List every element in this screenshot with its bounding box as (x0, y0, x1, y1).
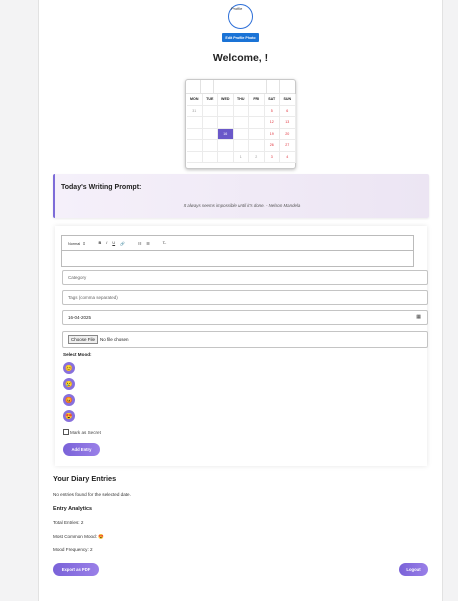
welcome-heading: Welcome, ! (212, 52, 269, 64)
file-status: No file chosen (100, 337, 129, 342)
weekday-header: WED (218, 94, 234, 106)
total-entries: Total Entries: 2 (53, 520, 84, 525)
secret-checkbox-row[interactable]: Mark as Secret (63, 429, 101, 435)
calendar-day[interactable] (202, 117, 218, 129)
weekday-header: TUE (202, 94, 218, 106)
calendar-grid: MON TUE WED THU FRI SAT SUN 31 5 6 12 13 16 19 20 26 27 1… (187, 94, 296, 163)
logout-button[interactable]: Logout (399, 563, 428, 576)
date-input[interactable]: 16-04-2025 ▦ (62, 310, 428, 325)
ordered-list-icon[interactable]: ☷ (138, 241, 141, 246)
format-select[interactable]: Normal ⇕ (68, 241, 86, 246)
main-page: Profile Edit Profile Photo Welcome, ! MO… (38, 0, 443, 601)
calendar-day[interactable] (218, 105, 234, 117)
italic-button[interactable]: I (106, 241, 107, 245)
editor-text-area[interactable] (61, 251, 414, 267)
calendar-day[interactable] (233, 128, 249, 140)
calendar-day[interactable] (218, 117, 234, 129)
calendar-day[interactable]: 31 (187, 105, 203, 117)
editor-toolbar: Normal ⇕ B I U 🔗 ☷ ☰ T̶ (61, 235, 414, 251)
entry-form: Normal ⇕ B I U 🔗 ☷ ☰ T̶ Category Tags (c… (55, 226, 428, 466)
calendar-day[interactable]: 5 (264, 105, 280, 117)
calendar-day[interactable] (187, 151, 203, 163)
category-placeholder: Category (68, 275, 87, 280)
calendar-navigation (186, 80, 295, 94)
calendar-day[interactable] (202, 151, 218, 163)
calendar-day[interactable]: 26 (264, 140, 280, 152)
calendar-day[interactable]: 16 (218, 128, 234, 140)
calendar-day[interactable]: 4 (280, 151, 296, 163)
weekday-header: FRI (249, 94, 265, 106)
file-input[interactable]: Choose File No file chosen (62, 331, 428, 348)
calendar-day[interactable]: 3 (264, 151, 280, 163)
calendar-day[interactable]: 2 (249, 151, 265, 163)
entries-title: Your Diary Entries (53, 474, 117, 483)
tags-placeholder: Tags (comma separated) (68, 295, 118, 300)
calendar-day[interactable] (233, 105, 249, 117)
calendar-day[interactable] (202, 140, 218, 152)
mood-label: Select Mood: (63, 352, 92, 357)
prompt-quote: It always seems impossible until it's do… (183, 203, 301, 208)
weekday-header: SAT (264, 94, 280, 106)
underline-button[interactable]: U (112, 241, 115, 245)
weekday-header: SUN (280, 94, 296, 106)
mood-angry-button[interactable]: 😡 (63, 394, 75, 406)
mood-sad-button[interactable]: 😢 (63, 378, 75, 390)
calendar-day[interactable]: 6 (280, 105, 296, 117)
calendar-day[interactable] (187, 117, 203, 129)
prev-year-button[interactable] (186, 80, 201, 94)
calendar-day[interactable] (218, 140, 234, 152)
link-icon[interactable]: 🔗 (120, 241, 125, 246)
calendar-day[interactable] (202, 128, 218, 140)
edit-profile-photo-button[interactable]: Edit Profile Photo (222, 33, 259, 42)
calendar-day[interactable]: 1 (233, 151, 249, 163)
calendar-day[interactable] (218, 151, 234, 163)
calendar-day[interactable] (249, 128, 265, 140)
date-value: 16-04-2025 (68, 315, 92, 320)
calendar-day[interactable] (233, 140, 249, 152)
calendar-day[interactable] (249, 140, 265, 152)
add-entry-button[interactable]: Add Entry (63, 443, 100, 456)
bold-button[interactable]: B (99, 241, 102, 245)
mood-love-button[interactable]: 😍 (63, 410, 75, 422)
most-common-mood: Most Common Mood: 😍 (53, 534, 104, 539)
calendar-day[interactable]: 27 (280, 140, 296, 152)
calendar: MON TUE WED THU FRI SAT SUN 31 5 6 12 13 16 19 20 26 27 1… (185, 79, 296, 169)
month-label[interactable] (214, 80, 267, 94)
calendar-day[interactable] (249, 105, 265, 117)
calendar-day[interactable]: 12 (264, 117, 280, 129)
calendar-day[interactable] (187, 128, 203, 140)
choose-file-button[interactable]: Choose File (68, 335, 99, 344)
calendar-day[interactable] (233, 117, 249, 129)
analytics-title: Entry Analytics (53, 506, 93, 512)
bullet-list-icon[interactable]: ☰ (146, 241, 149, 246)
weekday-header: MON (187, 94, 203, 106)
category-input[interactable]: Category (62, 270, 428, 285)
no-entries-text: No entries found for the selected date. (53, 492, 131, 497)
calendar-day[interactable] (187, 140, 203, 152)
prompt-title: Today's Writing Prompt: (61, 184, 142, 191)
calendar-day[interactable]: 19 (264, 128, 280, 140)
calendar-day[interactable] (202, 105, 218, 117)
profile-photo[interactable]: Profile (228, 4, 253, 29)
prev-month-button[interactable] (201, 80, 214, 94)
next-month-button[interactable] (267, 80, 280, 94)
weekday-header: THU (233, 94, 249, 106)
secret-label: Mark as Secret (70, 429, 101, 435)
calendar-icon[interactable]: ▦ (416, 314, 421, 320)
calendar-day[interactable] (249, 117, 265, 129)
next-year-button[interactable] (280, 80, 295, 94)
mood-frequency: Mood Frequency: 2 (53, 547, 93, 552)
export-pdf-button[interactable]: Export as PDF (53, 563, 99, 576)
tags-input[interactable]: Tags (comma separated) (62, 290, 428, 305)
writing-prompt: Today's Writing Prompt: It always seems … (53, 174, 429, 218)
clear-format-icon[interactable]: T̶ (163, 241, 165, 245)
profile-photo-alt: Profile (231, 6, 243, 11)
calendar-day[interactable]: 13 (280, 117, 296, 129)
mood-happy-button[interactable]: 😊 (63, 362, 75, 374)
calendar-day[interactable]: 20 (280, 128, 296, 140)
secret-checkbox[interactable] (63, 429, 69, 435)
